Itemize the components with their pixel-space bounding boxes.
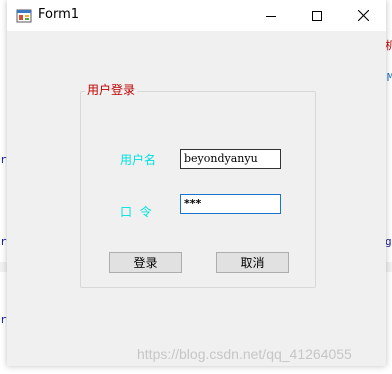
password-field[interactable]: ***	[180, 194, 281, 214]
maximize-button[interactable]	[294, 0, 340, 31]
form-window: Form1 用户登录 用户名 beyondyanyu 口 令 *** 登录 取消	[7, 0, 386, 366]
window-title: Form1	[38, 7, 80, 22]
login-button[interactable]: 登录	[109, 252, 182, 273]
minimize-icon	[266, 15, 276, 17]
minimize-button[interactable]	[248, 0, 294, 31]
username-field[interactable]: beyondyanyu	[180, 149, 281, 169]
background-code-fragment: M	[387, 71, 392, 84]
cancel-button[interactable]: 取消	[216, 252, 289, 273]
close-icon	[357, 10, 369, 21]
watermark-text: https://blog.csdn.net/qq_41264055	[137, 346, 352, 362]
login-group-caption: 用户登录	[85, 81, 138, 98]
maximize-icon	[312, 10, 322, 21]
background-code-fragment: gs	[385, 235, 392, 248]
form-client-area: 用户登录 用户名 beyondyanyu 口 令 *** 登录 取消	[7, 31, 386, 366]
background-code-fragment: 机	[385, 39, 392, 52]
username-label: 用户名	[120, 153, 157, 167]
title-bar[interactable]: Form1	[7, 0, 386, 31]
password-label: 口 令	[120, 205, 152, 219]
app-icon	[16, 9, 32, 23]
close-button[interactable]	[340, 0, 386, 31]
